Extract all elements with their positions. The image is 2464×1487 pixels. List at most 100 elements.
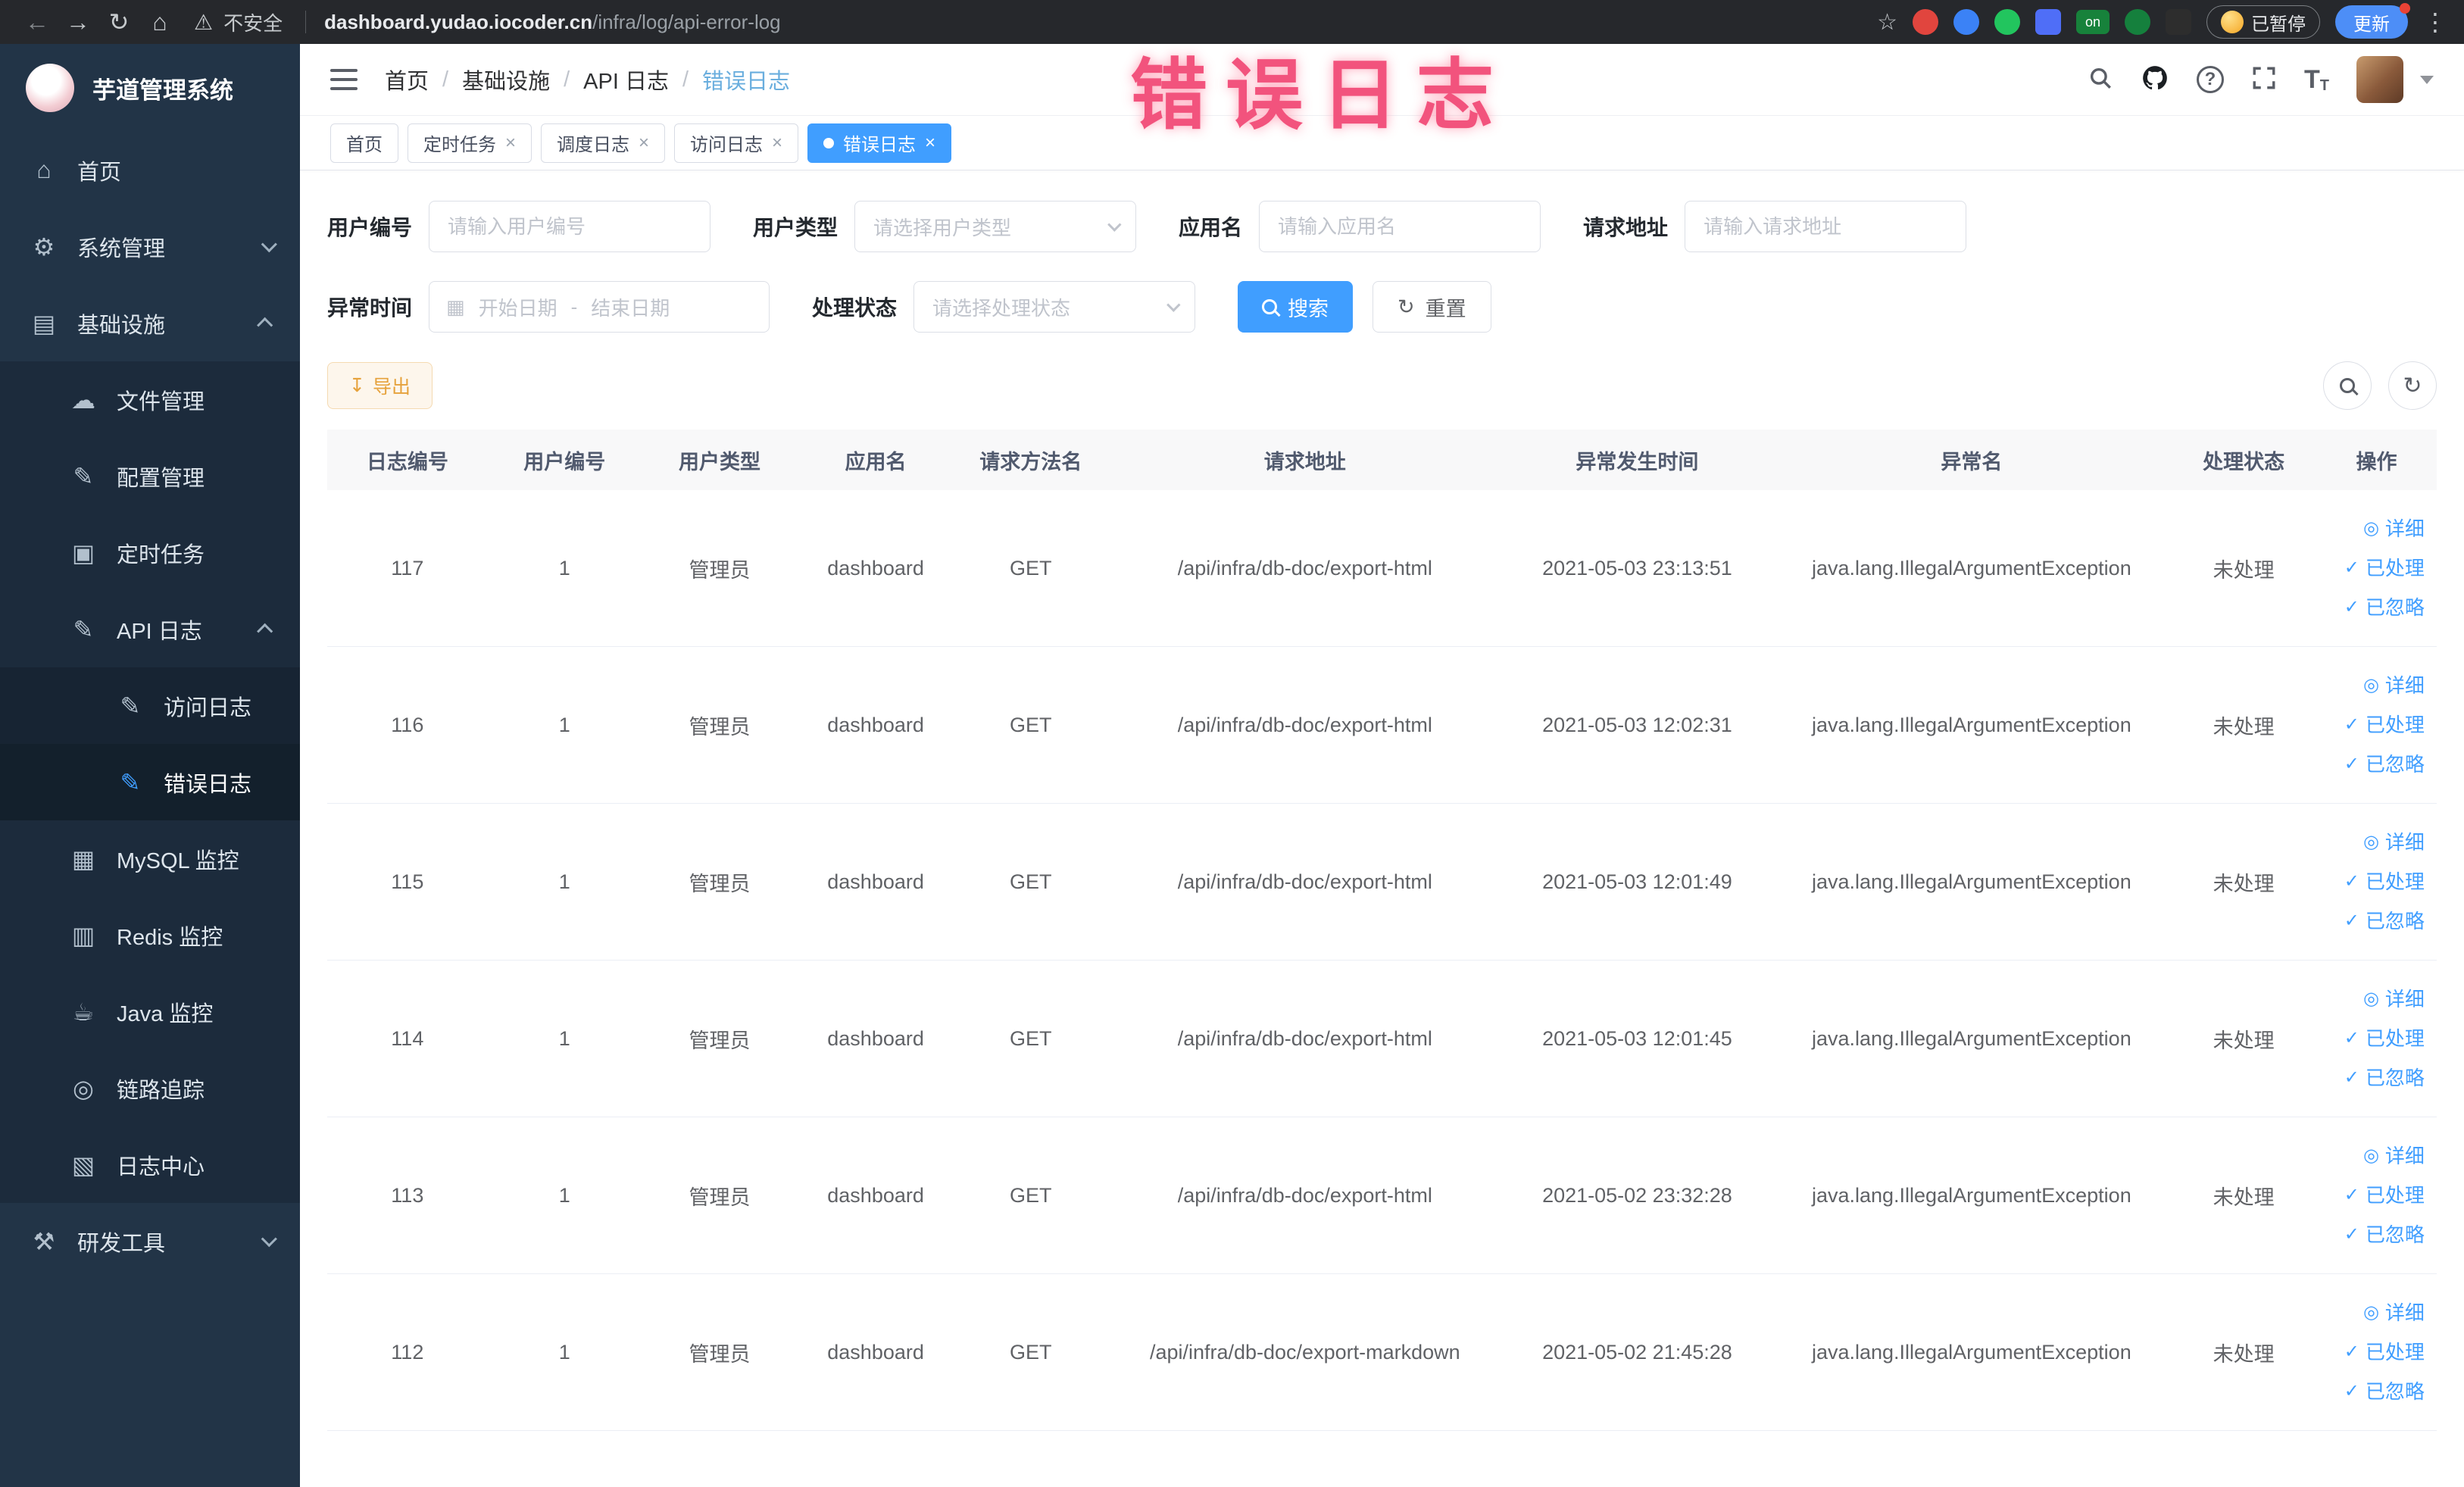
help-icon[interactable]: ? xyxy=(2197,66,2224,93)
processed-link[interactable]: ✓ 已处理 xyxy=(2344,1021,2425,1056)
sidebar-item-home[interactable]: ⌂ 首页 xyxy=(0,132,300,208)
log-icon: ✎ xyxy=(120,768,141,796)
cell-actions: ◎ 详细 ✓ 已处理 ✓ 已忽略 xyxy=(2316,668,2437,782)
browser-menu-icon[interactable]: ⋮ xyxy=(2423,8,2447,36)
reload-icon[interactable]: ↻ xyxy=(98,4,139,40)
tab-schedule-log[interactable]: 调度日志 × xyxy=(541,123,666,163)
ignored-link[interactable]: ✓ 已忽略 xyxy=(2344,747,2425,782)
ignored-link[interactable]: ✓ 已忽略 xyxy=(2344,1217,2425,1252)
collapse-menu-icon[interactable] xyxy=(330,69,358,90)
github-icon[interactable] xyxy=(2141,64,2169,96)
check-icon: ✓ xyxy=(2344,714,2359,735)
sidebar-item-redis-monitor[interactable]: ▥ Redis 监控 xyxy=(0,897,300,973)
filter-request-url: 请求地址 xyxy=(1583,201,1967,252)
sidebar-item-log-center[interactable]: ▧ 日志中心 xyxy=(0,1126,300,1203)
sidebar-item-infrastructure[interactable]: ▤ 基础设施 xyxy=(0,285,300,361)
reset-button[interactable]: ↻ 重置 xyxy=(1373,281,1491,333)
check-icon: ✓ xyxy=(2344,871,2359,892)
processed-link[interactable]: ✓ 已处理 xyxy=(2344,551,2425,586)
tab-home[interactable]: 首页 xyxy=(330,123,398,163)
extension-icon[interactable] xyxy=(1994,9,2020,35)
avatar-caret-icon[interactable] xyxy=(2420,75,2434,84)
sidebar-item-file-management[interactable]: ☁ 文件管理 xyxy=(0,361,300,438)
cell-app-name: dashboard xyxy=(827,556,924,579)
fullscreen-icon[interactable] xyxy=(2251,65,2277,95)
sidebar-item-system-management[interactable]: ⚙ 系统管理 xyxy=(0,208,300,285)
ignored-link[interactable]: ✓ 已忽略 xyxy=(2344,904,2425,939)
browser-update-button[interactable]: 更新 xyxy=(2335,3,2410,39)
font-size-icon[interactable]: TT xyxy=(2304,65,2329,95)
home-icon[interactable]: ⌂ xyxy=(139,4,180,40)
ignored-link[interactable]: ✓ 已忽略 xyxy=(2344,590,2425,625)
toggle-search-button[interactable] xyxy=(2323,361,2372,410)
search-button[interactable]: 搜索 xyxy=(1238,281,1354,333)
extension-icon[interactable] xyxy=(2125,9,2150,35)
process-status-select[interactable]: 请选择处理状态 xyxy=(913,281,1196,333)
ignored-link[interactable]: ✓ 已忽略 xyxy=(2344,1374,2425,1409)
sidebar-item-scheduled-tasks[interactable]: ▣ 定时任务 xyxy=(0,514,300,591)
address-bar[interactable]: ⚠ 不安全 dashboard.yudao.iocoder.cn/infra/l… xyxy=(194,8,781,36)
close-icon[interactable]: × xyxy=(505,133,516,152)
detail-link[interactable]: ◎ 详细 xyxy=(2363,511,2425,546)
close-icon[interactable]: × xyxy=(639,133,649,152)
tab-error-log[interactable]: 错误日志 × xyxy=(807,123,952,163)
extension-icon[interactable] xyxy=(1953,9,1979,35)
eye-icon: ◎ xyxy=(2363,832,2379,852)
cell-user-type: 管理员 xyxy=(689,715,751,739)
processed-link[interactable]: ✓ 已处理 xyxy=(2344,1335,2425,1370)
sidebar-item-config-management[interactable]: ✎ 配置管理 xyxy=(0,438,300,514)
processed-link[interactable]: ✓ 已处理 xyxy=(2344,708,2425,742)
detail-link[interactable]: ◎ 详细 xyxy=(2363,982,2425,1017)
sidebar-item-access-log[interactable]: ✎ 访问日志 xyxy=(0,667,300,744)
breadcrumb-api-log[interactable]: API 日志 xyxy=(583,64,669,95)
export-button[interactable]: ↧ 导出 xyxy=(327,362,433,409)
close-icon[interactable]: × xyxy=(925,133,935,152)
cell-request-url: /api/infra/db-doc/export-html xyxy=(1177,1183,1432,1207)
sidebar-item-api-log[interactable]: ✎ API 日志 xyxy=(0,591,300,667)
extension-icon[interactable] xyxy=(2166,9,2191,35)
sidebar-item-java-monitor[interactable]: ☕ Java 监控 xyxy=(0,973,300,1050)
close-icon[interactable]: × xyxy=(772,133,782,152)
security-label: 不安全 xyxy=(223,11,283,35)
profile-paused-pill[interactable]: 已暂停 xyxy=(2206,5,2320,39)
processed-link[interactable]: ✓ 已处理 xyxy=(2344,1178,2425,1213)
detail-link[interactable]: ◎ 详细 xyxy=(2363,668,2425,703)
sidebar-logo[interactable]: 芋道管理系统 xyxy=(0,44,300,132)
database-icon: ▦ xyxy=(71,845,95,873)
detail-link[interactable]: ◎ 详细 xyxy=(2363,1295,2425,1330)
cell-user-type: 管理员 xyxy=(689,1186,751,1209)
breadcrumb-infrastructure[interactable]: 基础设施 xyxy=(462,64,550,95)
tab-access-log[interactable]: 访问日志 × xyxy=(674,123,799,163)
user-avatar[interactable] xyxy=(2356,56,2403,103)
cell-log-id: 114 xyxy=(391,1026,424,1050)
back-icon[interactable]: ← xyxy=(17,4,58,40)
extension-icon[interactable] xyxy=(1913,9,1938,35)
search-icon[interactable] xyxy=(2088,65,2113,95)
forward-icon[interactable]: → xyxy=(58,4,98,40)
extension-icon[interactable] xyxy=(2035,9,2061,35)
user-id-input[interactable] xyxy=(429,201,711,252)
detail-link[interactable]: ◎ 详细 xyxy=(2363,825,2425,860)
cell-exception-time: 2021-05-03 12:01:49 xyxy=(1542,870,1732,893)
check-icon: ✓ xyxy=(2344,597,2359,617)
refresh-table-button[interactable]: ↻ xyxy=(2388,361,2437,410)
app-name-input[interactable] xyxy=(1259,201,1541,252)
user-type-select[interactable]: 请选择用户类型 xyxy=(854,201,1137,252)
breadcrumb-home[interactable]: 首页 xyxy=(385,64,429,95)
content-area: 用户编号 用户类型 请选择用户类型 应用名 请求地址 xyxy=(300,170,2464,1487)
request-url-input[interactable] xyxy=(1685,201,1967,252)
detail-link[interactable]: ◎ 详细 xyxy=(2363,1139,2425,1173)
sidebar-item-error-log[interactable]: ✎ 错误日志 xyxy=(0,744,300,820)
ignored-link[interactable]: ✓ 已忽略 xyxy=(2344,1061,2425,1095)
sidebar-item-dev-tools[interactable]: ⚒ 研发工具 xyxy=(0,1203,300,1279)
extension-on-badge[interactable]: on xyxy=(2076,10,2110,34)
processed-link[interactable]: ✓ 已处理 xyxy=(2344,864,2425,899)
log-center-icon: ▧ xyxy=(71,1151,95,1179)
tab-scheduled-tasks[interactable]: 定时任务 × xyxy=(408,123,532,163)
url-path: /infra/log/api-error-log xyxy=(592,10,781,33)
bookmark-star-icon[interactable]: ☆ xyxy=(1877,9,1897,36)
exception-time-range-picker[interactable]: ▦ 开始日期 - 结束日期 xyxy=(429,281,770,333)
sidebar-item-trace[interactable]: ◎ 链路追踪 xyxy=(0,1050,300,1126)
download-icon: ↧ xyxy=(349,375,365,396)
sidebar-item-mysql-monitor[interactable]: ▦ MySQL 监控 xyxy=(0,820,300,897)
